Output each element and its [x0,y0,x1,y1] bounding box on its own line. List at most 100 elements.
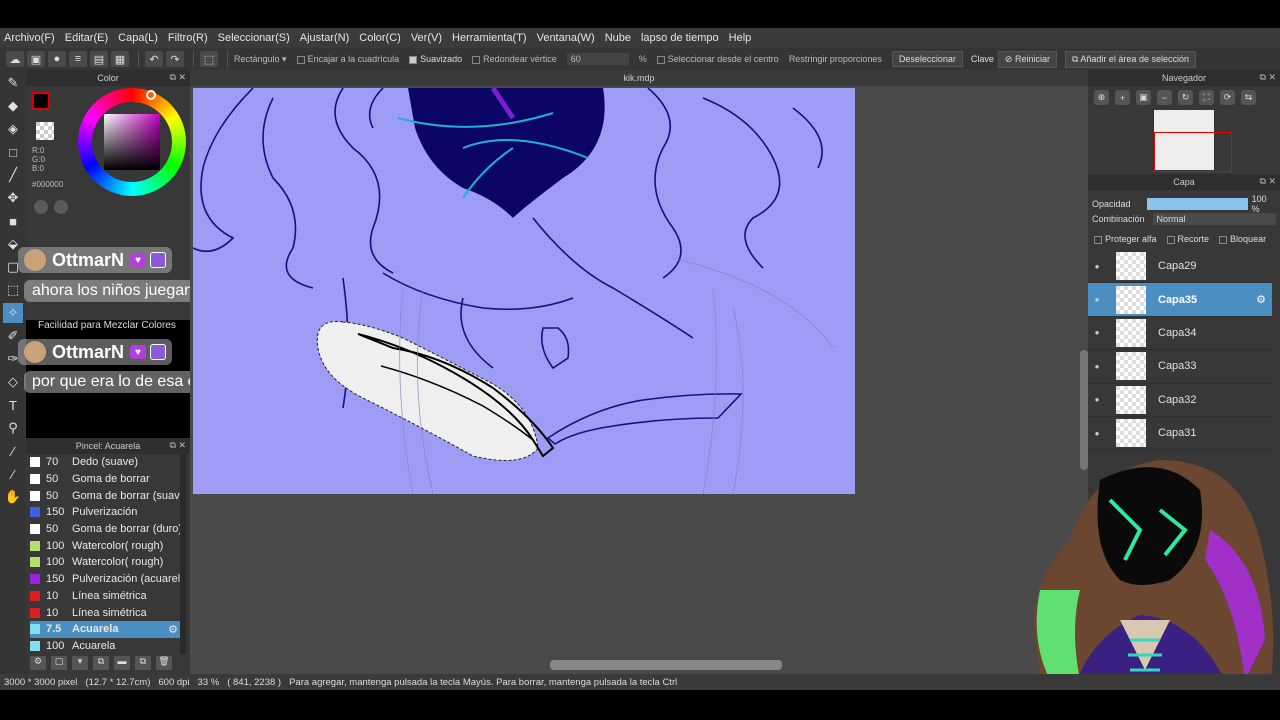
layers-icon[interactable]: ▤ [90,51,108,67]
navigator-thumbnail[interactable] [1154,110,1232,172]
navigator-viewport[interactable] [1154,132,1232,172]
zoom-out-icon[interactable]: − [1157,90,1172,105]
palette-icon[interactable] [34,200,48,214]
zoom-in-icon[interactable]: + [1115,90,1130,105]
menu-lapso[interactable]: lapso de tiempo [641,32,719,44]
selection-tool-icon[interactable]: ⬚ [200,51,218,67]
undo-icon[interactable]: ↶ [145,51,163,67]
new-brush-icon[interactable]: ▢ [51,656,67,670]
color-wheel[interactable] [78,88,186,196]
menu-ver[interactable]: Ver(V) [411,32,442,44]
zoom-fit-icon[interactable]: ⊕ [1094,90,1109,105]
save-icon[interactable]: ▣ [27,51,45,67]
menu-archivo[interactable]: Archivo(F) [4,32,55,44]
brush-item[interactable]: 150 Pulverización [30,504,180,521]
visibility-icon[interactable]: ● [1088,328,1106,337]
visibility-icon[interactable]: ● [1088,362,1106,371]
color-mix-label[interactable]: Facilidad para Mezclar Colores [38,320,176,331]
panel-controls-icon[interactable]: ⧉ ✕ [1260,72,1276,83]
menu-ajustar[interactable]: Ajustar(N) [300,32,350,44]
palette2-icon[interactable] [54,200,68,214]
restrict-checkbox[interactable]: Restringir proporciones [789,54,882,64]
menu-color[interactable]: Color(C) [359,32,401,44]
from-center-checkbox[interactable]: Seleccionar desde el centro [656,54,779,64]
list-icon[interactable]: ≡ [69,51,87,67]
brush-item[interactable]: 150 Pulverización (acuarela) [30,571,180,588]
folder-icon[interactable]: ▬ [114,656,130,670]
chat-icon[interactable]: ● [48,51,66,67]
brush-item[interactable]: 100 Watercolor( rough) [30,537,180,554]
rect-tool-icon[interactable]: □ [3,142,23,162]
brush-settings-icon[interactable]: ⚙ [168,623,178,636]
cloud-icon[interactable]: ☁ [6,51,24,67]
brush-item[interactable]: 50 Goma de borrar (suave) [30,487,180,504]
horizontal-scrollbar[interactable] [550,660,782,670]
brush-small-icon[interactable]: ⁄ [3,464,23,484]
hue-marker[interactable] [146,90,156,100]
layer-settings-icon[interactable]: ⚙ [1256,293,1266,306]
layer-row[interactable]: ● Capa29 [1088,250,1272,284]
document-tab[interactable]: kik.mdp [190,70,1088,86]
menu-nube[interactable]: Nube [605,32,631,44]
brush-settings-icon[interactable]: ⚙ [30,656,46,670]
brush-scrollbar[interactable] [180,454,186,654]
saturation-value-square[interactable] [104,114,160,170]
panel-controls-icon[interactable]: ⧉ ✕ [170,440,186,451]
brush-item[interactable]: 7.5 Acuarela ⚙ [30,620,180,638]
brush-item[interactable]: 70 Dedo (suave) [30,454,180,471]
menu-seleccionar[interactable]: Seleccionar(S) [218,32,290,44]
brush-menu-icon[interactable]: ▾ [72,656,88,670]
round-corner-checkbox[interactable]: Redondear vértice [472,54,557,64]
zoom-area-icon[interactable]: ▣ [1136,90,1151,105]
layer-row[interactable]: ● Capa34 [1088,317,1272,351]
move-tool-icon[interactable]: ✥ [3,188,23,208]
menu-ventana[interactable]: Ventana(W) [537,32,595,44]
hand-tool-icon[interactable]: ✋ [3,487,23,507]
brush-item[interactable]: 10 Línea simétrica [30,604,180,621]
redo-icon[interactable]: ↷ [166,51,184,67]
protect-alpha-checkbox[interactable]: Proteger alfa [1094,234,1157,244]
brush-item[interactable]: 50 Goma de borrar (duro) [30,521,180,538]
brush-item[interactable]: 100 Acuarela [30,638,180,655]
panel-controls-icon[interactable]: ⧉ ✕ [170,72,186,83]
round-value-input[interactable]: 60 [566,53,629,65]
clip-checkbox[interactable]: Recorte [1166,234,1209,244]
reset-button[interactable]: ⊘ Reiniciar [997,50,1057,68]
copy-brush-icon[interactable]: ⧉ [93,656,109,670]
pen-tool-icon[interactable]: ╱ [3,165,23,185]
select-tool-icon[interactable]: ⬚ [3,280,23,300]
reset-view-icon[interactable]: ⟳ [1220,90,1235,105]
visibility-icon[interactable]: ● [1088,395,1106,404]
drawing-canvas[interactable] [193,88,855,494]
select-eraser-icon[interactable]: ◇ [3,372,23,392]
panel-controls-icon[interactable]: ⧉ ✕ [1260,176,1276,187]
text-tool-icon[interactable]: T [3,395,23,415]
brush-item[interactable]: 50 Goma de borrar [30,471,180,488]
layer-row[interactable]: ● Capa35 ⚙ [1088,283,1272,317]
eyedropper2-icon[interactable]: ⁄ [3,441,23,461]
flip-icon[interactable]: ⇆ [1241,90,1256,105]
menu-editar[interactable]: Editar(E) [65,32,108,44]
magic-wand-icon[interactable]: ✧ [3,303,23,323]
visibility-icon[interactable]: ● [1088,262,1106,271]
eyedropper-icon[interactable]: ⚲ [3,418,23,438]
deselect-button[interactable]: Deseleccionar [891,51,963,67]
brush-item[interactable]: 100 Watercolor( rough) [30,554,180,571]
fill-tool-icon[interactable]: ◈ [3,119,23,139]
brush-item[interactable]: 10 Línea simétrica [30,588,180,605]
visibility-icon[interactable]: ● [1088,295,1106,304]
grid-icon[interactable]: ▦ [111,51,129,67]
blend-mode-select[interactable]: Normal [1152,213,1276,225]
menu-herramienta[interactable]: Herramienta(T) [452,32,527,44]
snap-grid-checkbox[interactable]: Encajar a la cuadrícula [296,54,399,64]
visibility-icon[interactable]: ● [1088,429,1106,438]
trash-icon[interactable]: 🗑 [156,656,172,670]
lock-checkbox[interactable]: Bloquear [1219,234,1266,244]
duplicate-icon[interactable]: ⧉ [135,656,151,670]
menu-capa[interactable]: Capa(L) [118,32,158,44]
rotate-icon[interactable]: ↻ [1178,90,1193,105]
eraser-tool-icon[interactable]: ◆ [3,96,23,116]
layer-row[interactable]: ● Capa32 [1088,384,1272,417]
shape-select[interactable]: Rectángulo ▾ [234,54,287,65]
fill-rect-tool-icon[interactable]: ■ [3,211,23,231]
